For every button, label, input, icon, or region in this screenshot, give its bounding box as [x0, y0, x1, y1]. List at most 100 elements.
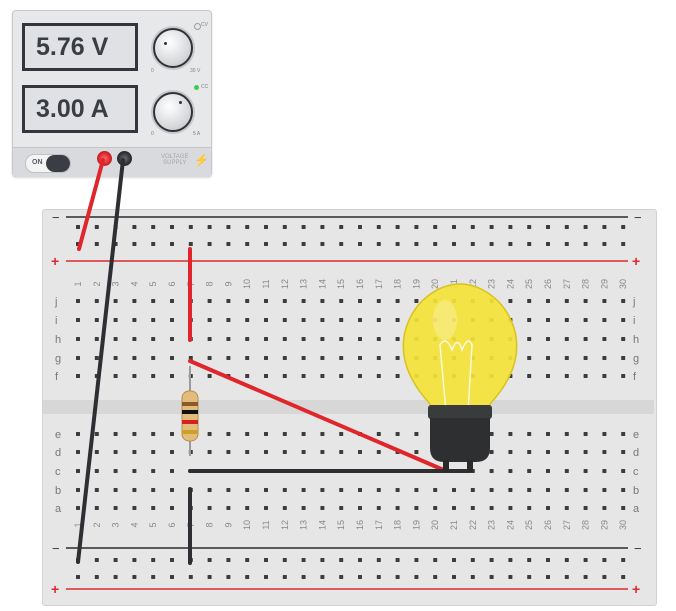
breadboard-hole[interactable] [527, 374, 532, 378]
breadboard-hole[interactable] [339, 506, 344, 510]
rail-hole[interactable] [339, 575, 344, 579]
breadboard-hole[interactable] [264, 450, 268, 454]
resistor[interactable] [181, 366, 199, 456]
breadboard-hole[interactable] [264, 337, 268, 341]
rail-hole[interactable] [94, 558, 99, 562]
breadboard-hole[interactable] [339, 450, 344, 454]
breadboard-hole[interactable] [564, 432, 569, 436]
breadboard-hole[interactable] [583, 488, 588, 492]
breadboard-hole[interactable] [508, 488, 513, 492]
breadboard-hole[interactable] [527, 488, 532, 492]
rail-hole[interactable] [320, 575, 325, 579]
breadboard-hole[interactable] [433, 506, 438, 510]
breadboard-hole[interactable] [621, 469, 626, 473]
breadboard-hole[interactable] [113, 469, 118, 473]
breadboard-hole[interactable] [207, 450, 212, 454]
rail-hole[interactable] [489, 558, 494, 562]
breadboard-hole[interactable] [621, 318, 626, 322]
breadboard-hole[interactable] [76, 337, 80, 341]
rail-hole[interactable] [207, 558, 212, 562]
breadboard-hole[interactable] [245, 356, 250, 360]
breadboard-hole[interactable] [621, 506, 626, 510]
rail-hole[interactable] [452, 242, 456, 246]
breadboard-hole[interactable] [527, 432, 532, 436]
breadboard-hole[interactable] [527, 299, 532, 303]
rail-hole[interactable] [226, 225, 231, 229]
breadboard-hole[interactable] [282, 450, 287, 454]
breadboard-hole[interactable] [264, 488, 268, 492]
breadboard-hole[interactable] [376, 506, 381, 510]
breadboard-hole[interactable] [170, 432, 174, 436]
breadboard-hole[interactable] [414, 450, 419, 454]
breadboard-hole[interactable] [621, 374, 626, 378]
rail-hole[interactable] [433, 575, 438, 579]
light-bulb[interactable] [402, 283, 518, 472]
breadboard-hole[interactable] [602, 450, 607, 454]
breadboard-hole[interactable] [583, 469, 588, 473]
rail-hole[interactable] [282, 225, 287, 229]
breadboard-hole[interactable] [564, 469, 569, 473]
breadboard-hole[interactable] [583, 318, 588, 322]
breadboard-hole[interactable] [376, 356, 381, 360]
rail-hole[interactable] [564, 558, 569, 562]
breadboard-hole[interactable] [414, 506, 419, 510]
breadboard-hole[interactable] [76, 299, 80, 303]
breadboard-hole[interactable] [151, 469, 156, 473]
breadboard-hole[interactable] [546, 356, 550, 360]
breadboard-hole[interactable] [207, 318, 212, 322]
rail-hole[interactable] [602, 575, 607, 579]
breadboard-hole[interactable] [170, 506, 174, 510]
breadboard-hole[interactable] [414, 299, 419, 303]
rail-hole[interactable] [188, 225, 193, 229]
rail-hole[interactable] [132, 225, 137, 229]
breadboard-hole[interactable] [358, 506, 362, 510]
breadboard-hole[interactable] [320, 374, 325, 378]
breadboard-hole[interactable] [621, 299, 626, 303]
breadboard-hole[interactable] [226, 450, 231, 454]
breadboard-hole[interactable] [602, 374, 607, 378]
breadboard-hole[interactable] [358, 450, 362, 454]
breadboard-hole[interactable] [339, 488, 344, 492]
breadboard-hole[interactable] [132, 318, 137, 322]
breadboard-hole[interactable] [376, 488, 381, 492]
breadboard-hole[interactable] [320, 488, 325, 492]
breadboard-hole[interactable] [358, 356, 362, 360]
rail-hole[interactable] [583, 575, 588, 579]
breadboard-hole[interactable] [602, 469, 607, 473]
breadboard-hole[interactable] [94, 469, 99, 473]
breadboard-hole[interactable] [226, 356, 231, 360]
breadboard-hole[interactable] [301, 374, 306, 378]
breadboard-hole[interactable] [94, 450, 99, 454]
breadboard-hole[interactable] [264, 506, 268, 510]
rail-hole[interactable] [602, 242, 607, 246]
breadboard-hole[interactable] [170, 469, 174, 473]
rail-hole[interactable] [339, 225, 344, 229]
rail-hole[interactable] [245, 558, 250, 562]
breadboard-hole[interactable] [282, 506, 287, 510]
breadboard-hole[interactable] [113, 374, 118, 378]
rail-hole[interactable] [151, 558, 156, 562]
rail-hole[interactable] [264, 242, 268, 246]
breadboard-hole[interactable] [621, 356, 626, 360]
breadboard-hole[interactable] [527, 356, 532, 360]
rail-hole[interactable] [527, 225, 532, 229]
breadboard-hole[interactable] [94, 506, 99, 510]
breadboard-hole[interactable] [621, 488, 626, 492]
breadboard-hole[interactable] [301, 432, 306, 436]
breadboard-hole[interactable] [583, 432, 588, 436]
breadboard-hole[interactable] [358, 374, 362, 378]
breadboard-hole[interactable] [546, 469, 550, 473]
breadboard-hole[interactable] [546, 506, 550, 510]
rail-hole[interactable] [414, 225, 419, 229]
breadboard-hole[interactable] [76, 450, 80, 454]
breadboard-hole[interactable] [94, 356, 99, 360]
breadboard-hole[interactable] [113, 299, 118, 303]
rail-hole[interactable] [264, 558, 268, 562]
rail-hole[interactable] [226, 575, 231, 579]
rail-hole[interactable] [188, 242, 193, 246]
breadboard-hole[interactable] [489, 506, 494, 510]
breadboard-hole[interactable] [621, 432, 626, 436]
breadboard-hole[interactable] [395, 299, 400, 303]
breadboard-hole[interactable] [76, 488, 80, 492]
rail-hole[interactable] [264, 225, 268, 229]
